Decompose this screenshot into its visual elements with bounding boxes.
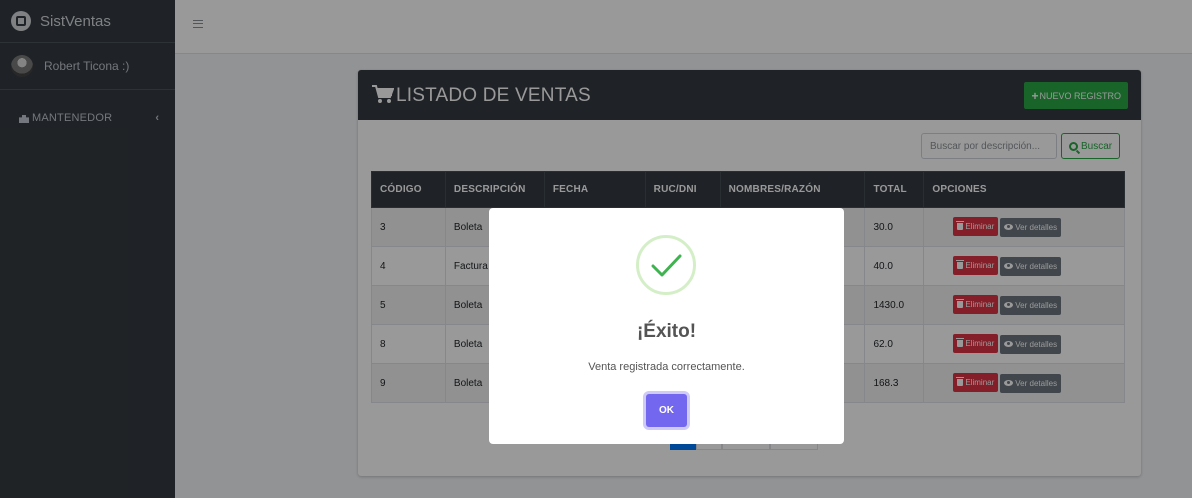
- ok-button[interactable]: OK: [646, 394, 687, 427]
- dialog-title: ¡Éxito!: [636, 321, 697, 342]
- success-dialog: ¡Éxito! Venta registrada correctamente. …: [489, 208, 844, 444]
- check-icon: [636, 235, 696, 295]
- dialog-message: Venta registrada correctamente.: [588, 361, 745, 373]
